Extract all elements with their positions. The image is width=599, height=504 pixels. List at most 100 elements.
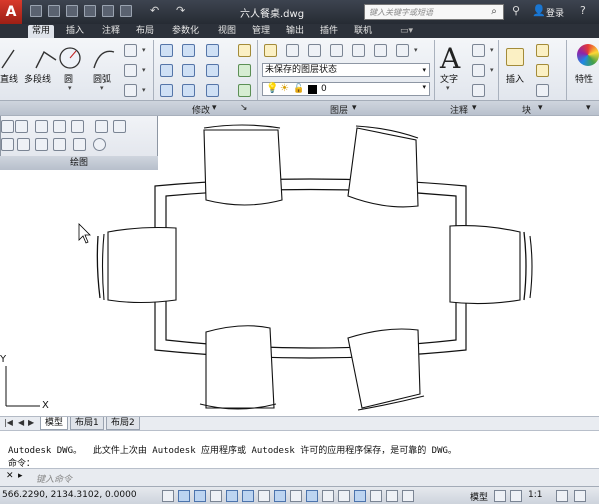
ortho-mode-icon[interactable] [210,490,222,502]
properties-icon[interactable] [577,44,599,66]
divide-icon[interactable] [95,120,108,133]
line-tool-label[interactable]: 直线 [0,72,18,85]
stretch-icon[interactable] [160,84,173,97]
tab-manage[interactable]: 管理 [248,25,274,38]
application-menu-button[interactable]: A [0,0,22,24]
hatch-dropdown-icon[interactable]: ▾ [142,66,146,74]
block-panel-title[interactable]: 块 [522,103,531,116]
tab-layout[interactable]: 布局 [132,25,158,38]
leader-icon[interactable] [472,64,485,77]
tab-parametric[interactable]: 参数化 [168,25,203,38]
fillet-icon[interactable] [206,64,219,77]
array-icon[interactable] [206,84,219,97]
tab-annotate[interactable]: 注释 [98,25,124,38]
edit-block-icon[interactable] [536,64,549,77]
plot-icon[interactable] [120,5,132,17]
properties-label[interactable]: 特性 [575,72,593,85]
tab-layout1[interactable]: 布局1 [70,417,104,430]
tab-view[interactable]: 视图 [214,25,240,38]
layer-icon[interactable] [330,44,343,57]
3d-object-snap-icon[interactable] [258,490,270,502]
prev-tab-icon[interactable]: ◀ [18,418,24,427]
trim-icon[interactable] [206,44,219,57]
quick-view-layouts-icon[interactable] [494,490,506,502]
tab-online[interactable]: 联机 [350,25,376,38]
dimension-icon[interactable] [472,44,485,57]
layer-properties-icon[interactable] [264,44,277,57]
tab-layout2[interactable]: 布局2 [106,417,140,430]
region-dropdown-icon[interactable]: ▾ [142,86,146,94]
command-input[interactable]: 键入命令 [36,472,72,485]
first-tab-icon[interactable]: |◀ [4,418,13,427]
user-icon[interactable]: 👤 [532,4,546,17]
selection-cycling-icon[interactable] [370,490,382,502]
modify-panel-pin-icon[interactable]: ↘ [240,103,248,113]
mirror-icon[interactable] [182,64,195,77]
layer-state-select[interactable]: 未保存的图层状态 ▾ [262,63,430,77]
annotation-monitor-icon[interactable] [386,490,398,502]
quick-properties-icon[interactable] [354,490,366,502]
close-icon[interactable]: ✕ [6,471,14,481]
print-icon[interactable] [102,5,114,17]
tab-insert[interactable]: 插入 [62,25,88,38]
insert-tool-label[interactable]: 插入 [506,72,524,85]
layer-icon[interactable] [308,44,321,57]
gradient-icon[interactable] [53,138,66,151]
transparency-icon[interactable] [338,490,350,502]
add-icon[interactable] [402,490,414,502]
construction-line-icon[interactable] [53,120,66,133]
annotation-panel-title[interactable]: 注释 [450,103,468,116]
table-icon[interactable] [472,84,485,97]
lineweight-icon[interactable] [322,490,334,502]
rotate-icon[interactable] [182,44,195,57]
infer-constraints-icon[interactable] [162,490,174,502]
rectangle-dropdown-icon[interactable]: ▾ [142,46,146,54]
rectangle-icon[interactable] [124,44,137,57]
grid-display-icon[interactable] [194,490,206,502]
new-icon[interactable] [30,5,42,17]
dynamic-input-icon[interactable] [306,490,318,502]
insert-block-icon[interactable] [506,48,524,66]
modify-panel-title[interactable]: 修改 [192,103,210,116]
next-tab-icon[interactable]: ▶ [28,418,34,427]
move-icon[interactable] [160,44,173,57]
snap-mode-icon[interactable] [178,490,190,502]
revcloud-icon[interactable] [17,138,30,151]
open-icon[interactable] [48,5,60,17]
save-icon[interactable] [66,5,78,17]
create-block-icon[interactable] [536,44,549,57]
layers-panel-title[interactable]: 图层 [330,103,348,116]
layer-icon[interactable] [352,44,365,57]
object-snap-icon[interactable] [242,490,254,502]
model-space-button[interactable]: 模型 [470,490,488,503]
polyline-tool-label[interactable]: 多段线 [24,72,51,85]
search-icon[interactable]: ⌕ [488,6,500,18]
offset-icon[interactable] [238,84,251,97]
region-icon[interactable] [124,84,137,97]
table-draw-icon[interactable] [73,138,86,151]
arc-dropdown-icon[interactable]: ▾ [100,84,104,92]
layer-icon[interactable] [286,44,299,57]
tab-home[interactable]: 常用 [28,25,55,38]
hatch-icon[interactable] [124,64,137,77]
undo-icon[interactable]: ↶ [150,5,162,17]
dimension-dropdown-icon[interactable]: ▾ [490,46,494,54]
polar-tracking-icon[interactable] [226,490,238,502]
donut-icon[interactable] [93,138,106,151]
attribute-icon[interactable] [536,84,549,97]
layer-dropdown-icon[interactable]: ▾ [414,46,418,54]
modify-panel-expand-icon[interactable]: ▾ [212,103,217,113]
ribbon-minimize-icon[interactable]: ▭▾ [396,25,417,38]
circle-dropdown-icon[interactable]: ▾ [68,84,72,92]
binoculars-icon[interactable]: ⚲ [512,4,520,17]
properties-panel-expand-icon[interactable]: ▾ [586,103,591,113]
tab-plugins[interactable]: 插件 [316,25,342,38]
point-icon[interactable] [71,120,84,133]
ray-icon[interactable] [35,120,48,133]
text-dropdown-icon[interactable]: ▾ [446,84,450,92]
scale-icon[interactable] [182,84,195,97]
dynamic-ucs-icon[interactable] [290,490,302,502]
measure-icon[interactable] [113,120,126,133]
block-panel-expand-icon[interactable]: ▾ [538,103,543,113]
boundary-icon[interactable] [1,138,14,151]
